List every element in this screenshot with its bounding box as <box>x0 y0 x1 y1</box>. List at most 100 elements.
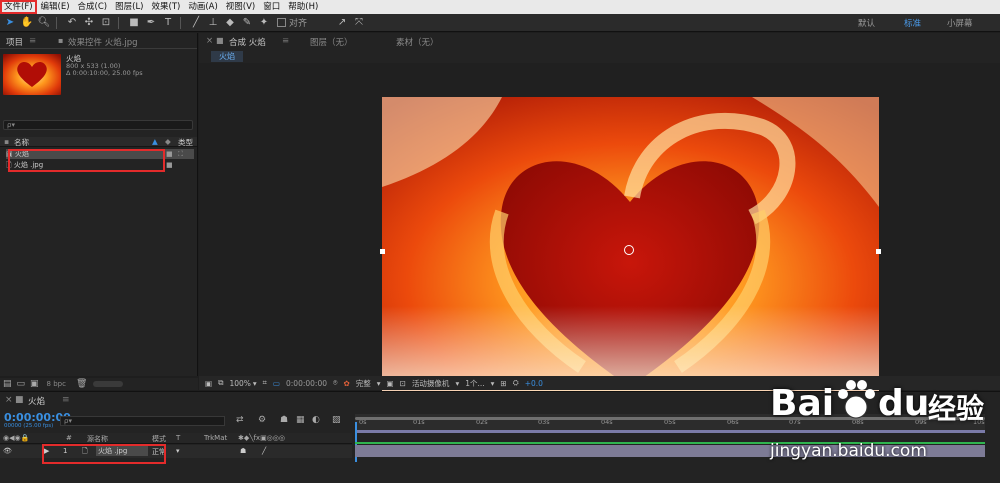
comp-mini-flowchart-icon[interactable]: ⇄ <box>236 415 244 425</box>
snap-edge-icon[interactable]: ↗ <box>335 16 349 30</box>
menu-effect[interactable]: 效果(T) <box>148 0 185 14</box>
camera-view-select[interactable]: 活动摄像机 <box>412 378 450 389</box>
views-layout-select[interactable]: 1个... <box>465 378 484 389</box>
resolution-select[interactable]: 完整 <box>356 378 371 389</box>
shy-icon[interactable]: ☗ <box>280 415 288 425</box>
project-search-input[interactable]: ρ▾ <box>3 120 193 130</box>
reset-exposure-icon[interactable]: ⛭ <box>513 378 519 388</box>
always-preview-icon[interactable]: ▣ <box>205 379 212 388</box>
mask-visibility-icon[interactable]: ⧉ <box>218 378 223 388</box>
menu-edit[interactable]: 编辑(E) <box>37 0 74 14</box>
tab-composition[interactable]: 合成 火焰 <box>229 36 266 48</box>
layer-column-header: ◉◀◉🔒 # 源名称 模式 T TrkMat ✱◆╲fx▣◎◎◎ <box>0 433 352 444</box>
menu-window[interactable]: 窗口 <box>259 0 284 14</box>
zoom-tool-icon[interactable]: 🔍︎ <box>37 16 51 30</box>
column-type[interactable]: 类型 <box>178 137 193 148</box>
panel-close-icon[interactable]: × <box>5 395 13 405</box>
menu-composition[interactable]: 合成(C) <box>74 0 112 14</box>
tab-effect-controls[interactable]: 效果控件 火焰.jpg <box>68 36 138 48</box>
workspace-standard[interactable]: 标准 <box>904 17 921 29</box>
dropdown-chevron-icon[interactable]: ▾ <box>176 447 180 455</box>
exposure-value[interactable]: +0.0 <box>525 379 543 388</box>
pen-tool-icon[interactable]: ✒ <box>144 16 158 30</box>
brush-tool-icon[interactable]: ╱ <box>189 16 203 30</box>
selection-highlight <box>42 444 166 464</box>
rotate-tool-icon[interactable]: ↶ <box>65 16 79 30</box>
pan-behind-tool-icon[interactable]: ⊡ <box>99 16 113 30</box>
column-name[interactable]: 名称 <box>14 137 29 148</box>
frame-blending-icon[interactable]: ▦ <box>296 415 305 425</box>
column-t: T <box>176 434 181 442</box>
menu-bar: 文件(F) 编辑(E) 合成(C) 图层(L) 效果(T) 动画(A) 视图(V… <box>0 0 1000 14</box>
anchor-point-icon[interactable] <box>624 245 634 255</box>
snap-target-icon[interactable]: ⤧ <box>352 16 366 30</box>
puppet-pin-tool-icon[interactable]: ✦ <box>257 16 271 30</box>
menu-layer[interactable]: 图层(L) <box>111 0 147 14</box>
dropdown-chevron-icon[interactable]: ▾ <box>253 379 257 388</box>
column-mode[interactable]: 模式 <box>152 434 166 444</box>
tab-project[interactable]: 项目 <box>6 36 23 48</box>
panel-menu-icon[interactable]: ≡ <box>282 36 289 46</box>
toggle-transparency-icon[interactable]: ⊡ <box>400 379 406 388</box>
workspace-default[interactable]: 默认 <box>858 17 875 29</box>
bit-depth[interactable]: 8 bpc <box>47 380 66 388</box>
shy-switch-icon[interactable]: ☗ <box>240 447 246 455</box>
workspace-small-screen[interactable]: 小屏幕 <box>947 17 973 29</box>
new-composition-icon[interactable]: ▣ <box>30 379 39 389</box>
project-column-header: ▪ 名称 ▲ ◆ 类型 <box>0 137 197 147</box>
dropdown-chevron-icon[interactable]: ▾ <box>491 379 495 388</box>
baidu-watermark: Bai du 经验 jingyan.baidu.com <box>750 373 990 483</box>
graph-editor-icon[interactable]: ▨ <box>332 415 341 425</box>
viewer-timecode[interactable]: 0:00:00:00 <box>286 379 327 388</box>
new-folder-icon[interactable]: ▭ <box>17 379 26 389</box>
snapshot-camera-icon[interactable]: ⌾ <box>333 378 338 388</box>
color-channel-icon[interactable]: ✿ <box>343 379 349 388</box>
grid-guides-icon[interactable]: ⊞ <box>500 379 506 388</box>
flowchart-tab[interactable]: 火焰 <box>211 51 243 62</box>
hand-tool-icon[interactable]: ✋ <box>20 16 34 30</box>
dropdown-chevron-icon[interactable]: ▾ <box>377 379 381 388</box>
sort-ascending-icon[interactable]: ▲ <box>152 137 158 146</box>
view-magnification[interactable]: 100% <box>229 379 250 388</box>
snap-checkbox[interactable] <box>277 18 286 27</box>
quality-switch-icon[interactable]: ╱ <box>262 447 266 455</box>
composition-viewer[interactable] <box>199 63 1000 406</box>
clone-stamp-tool-icon[interactable]: ⊥ <box>206 16 220 30</box>
eraser-tool-icon[interactable]: ◆ <box>223 16 237 30</box>
transparency-grid-icon[interactable]: ⌗ <box>263 378 267 388</box>
bounding-handle-left[interactable] <box>380 249 385 254</box>
menu-help[interactable]: 帮助(H) <box>284 0 322 14</box>
column-trkmat[interactable]: TrkMat <box>204 434 227 442</box>
selection-tool-icon[interactable]: ➤ <box>3 16 17 30</box>
tab-footage[interactable]: 素材（无） <box>396 36 439 48</box>
draft-3d-icon[interactable]: ⚙ <box>258 415 266 425</box>
dropdown-chevron-icon[interactable]: ▾ <box>455 379 459 388</box>
panel-menu-icon[interactable]: ≡ <box>62 395 70 405</box>
thumbnail-scroll[interactable] <box>93 381 124 387</box>
menu-animation[interactable]: 动画(A) <box>184 0 221 14</box>
rectangle-tool-icon[interactable]: ■ <box>127 16 141 30</box>
motion-blur-icon[interactable]: ◐ <box>312 415 320 425</box>
panel-close-icon[interactable]: × <box>206 36 213 46</box>
tab-timeline[interactable]: 火焰 <box>28 395 45 407</box>
menu-view[interactable]: 视图(V) <box>222 0 259 14</box>
camera-tool-icon[interactable]: ✣ <box>82 16 96 30</box>
timeline-search-input[interactable]: ρ▾ <box>60 416 225 426</box>
bounding-handle-right[interactable] <box>876 249 881 254</box>
tab-layer[interactable]: 图层（无） <box>310 36 353 48</box>
snap-toggle[interactable]: 对齐 <box>277 16 307 29</box>
menu-file[interactable]: 文件(F) <box>0 0 37 14</box>
text-tool-icon[interactable]: T <box>161 16 175 30</box>
fast-preview-icon[interactable]: ▣ <box>387 379 394 388</box>
lock-icon[interactable]: ■ <box>216 36 224 45</box>
column-source-name[interactable]: 源名称 <box>87 434 108 444</box>
panel-menu-icon[interactable]: ≡ <box>29 36 36 46</box>
interpret-footage-icon[interactable]: ▤ <box>3 379 12 389</box>
region-of-interest-icon[interactable]: ▭ <box>273 379 280 388</box>
trash-icon[interactable]: 🗑︎ <box>76 379 87 389</box>
baidu-url: jingyan.baidu.com <box>770 441 927 461</box>
video-visibility-icon[interactable]: 👁︎ <box>3 447 12 455</box>
composition-panel: × ■ 合成 火焰 ≡ 图层（无） 素材（无） 火焰 <box>199 33 1000 406</box>
project-thumbnail <box>3 54 61 95</box>
roto-brush-tool-icon[interactable]: ✎ <box>240 16 254 30</box>
